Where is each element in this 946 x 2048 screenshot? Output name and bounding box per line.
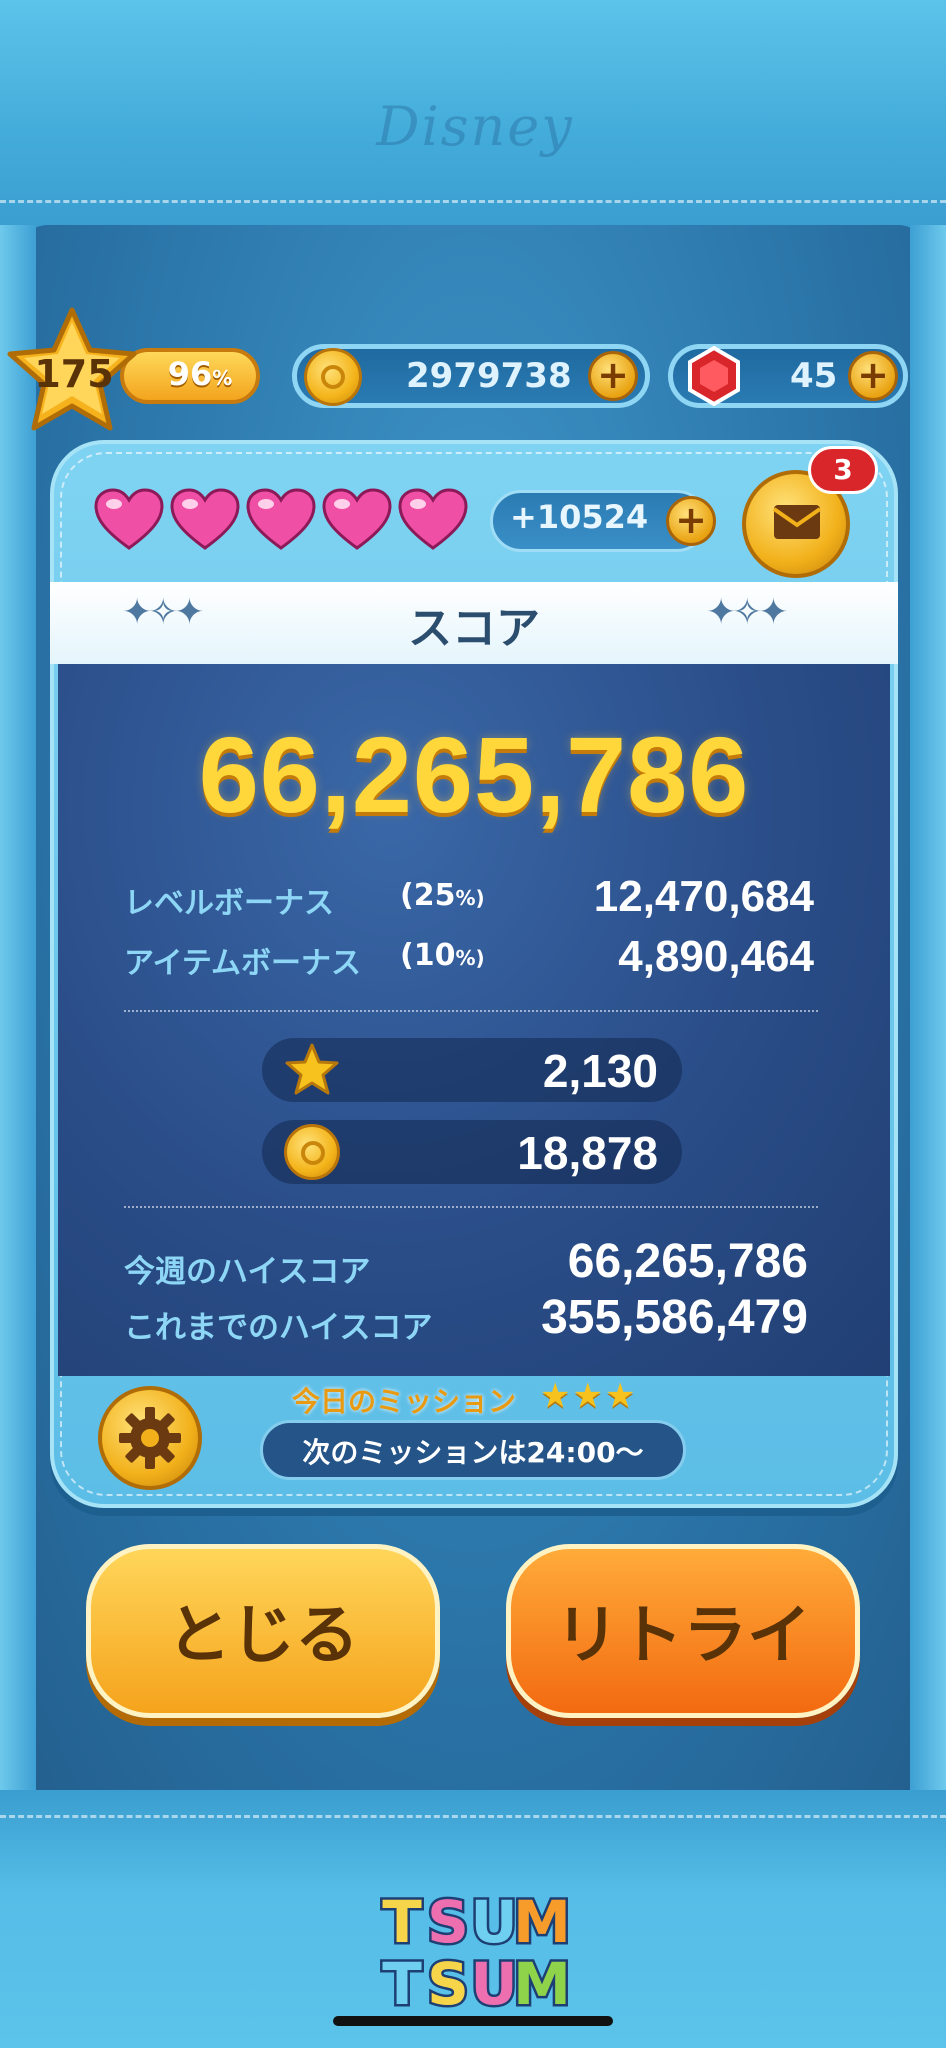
heart-icon [398, 488, 468, 550]
heart-icon [246, 488, 316, 550]
coin-icon [304, 348, 362, 406]
item-bonus-label: アイテムボーナス [124, 946, 361, 981]
coins-gained-value: 18,878 [517, 1127, 658, 1179]
heart-timer: +10524 [510, 498, 649, 536]
heart-icon [170, 488, 240, 550]
close-button-label: とじる [167, 1599, 359, 1673]
mission-title: 今日のミッション [292, 1385, 517, 1418]
svg-text:T: T [382, 1888, 422, 1956]
mail-badge: 3 [808, 446, 878, 494]
all-time-high-score-label: これまでのハイスコア [124, 1310, 433, 1346]
star-icon [285, 1043, 339, 1095]
coin-icon [284, 1124, 340, 1180]
svg-text:S: S [427, 1888, 469, 1956]
item-bonus-percent: (10%) [400, 938, 485, 973]
item-bonus-row: アイテムボーナス (10%) 4,890,464 [124, 932, 814, 982]
add-gems-button[interactable]: + [848, 351, 898, 401]
divider [124, 1010, 818, 1012]
mail-icon [772, 505, 822, 539]
add-hearts-button[interactable]: + [666, 496, 716, 546]
svg-text:U: U [470, 1950, 517, 2018]
tsum-tsum-logo: T S U M T S U M [380, 1886, 574, 2021]
svg-text:S: S [427, 1950, 469, 2018]
retry-button-label: リトライ [555, 1599, 811, 1673]
weekly-high-score-value: 66,265,786 [567, 1235, 808, 1288]
score-title: スコア [408, 603, 540, 654]
divider [124, 1206, 818, 1208]
level-bonus-label: レベルボーナス [124, 886, 334, 921]
disney-logo: Disney [376, 95, 574, 158]
heart-icon [94, 488, 164, 550]
svg-text:U: U [470, 1888, 517, 1956]
all-time-high-score-value: 355,586,479 [541, 1291, 808, 1344]
svg-text:T: T [382, 1950, 422, 2018]
level-bonus-percent: (25%) [400, 878, 485, 913]
next-mission-text: 次のミッションは24:00〜 [302, 1436, 644, 1469]
home-indicator[interactable] [333, 2016, 613, 2026]
item-bonus-value: 4,890,464 [618, 932, 814, 981]
svg-text:M: M [513, 1950, 571, 2018]
gear-icon [119, 1407, 181, 1469]
level-number: 175 [34, 352, 114, 396]
left-frame-rail [0, 225, 36, 1795]
exp-percent: 96% [167, 355, 233, 393]
coin-count: 2979738 [406, 356, 572, 396]
add-coins-button[interactable]: + [588, 351, 638, 401]
gem-count: 45 [790, 356, 838, 396]
ruby-gem-icon [688, 346, 740, 406]
heart-icon [322, 488, 392, 550]
mission-stars: ★★★ [540, 1376, 638, 1416]
level-bonus-row: レベルボーナス (25%) 12,470,684 [124, 872, 814, 922]
level-bonus-value: 12,470,684 [593, 872, 814, 921]
top-stitch [0, 200, 946, 203]
exp-gained-value: 2,130 [542, 1045, 658, 1097]
svg-text:M: M [513, 1888, 571, 1956]
weekly-high-score-label: 今週のハイスコア [124, 1254, 371, 1290]
bottom-stitch [0, 1815, 946, 1818]
right-frame-rail [910, 225, 946, 1795]
total-score: 66,265,786 [198, 714, 750, 835]
